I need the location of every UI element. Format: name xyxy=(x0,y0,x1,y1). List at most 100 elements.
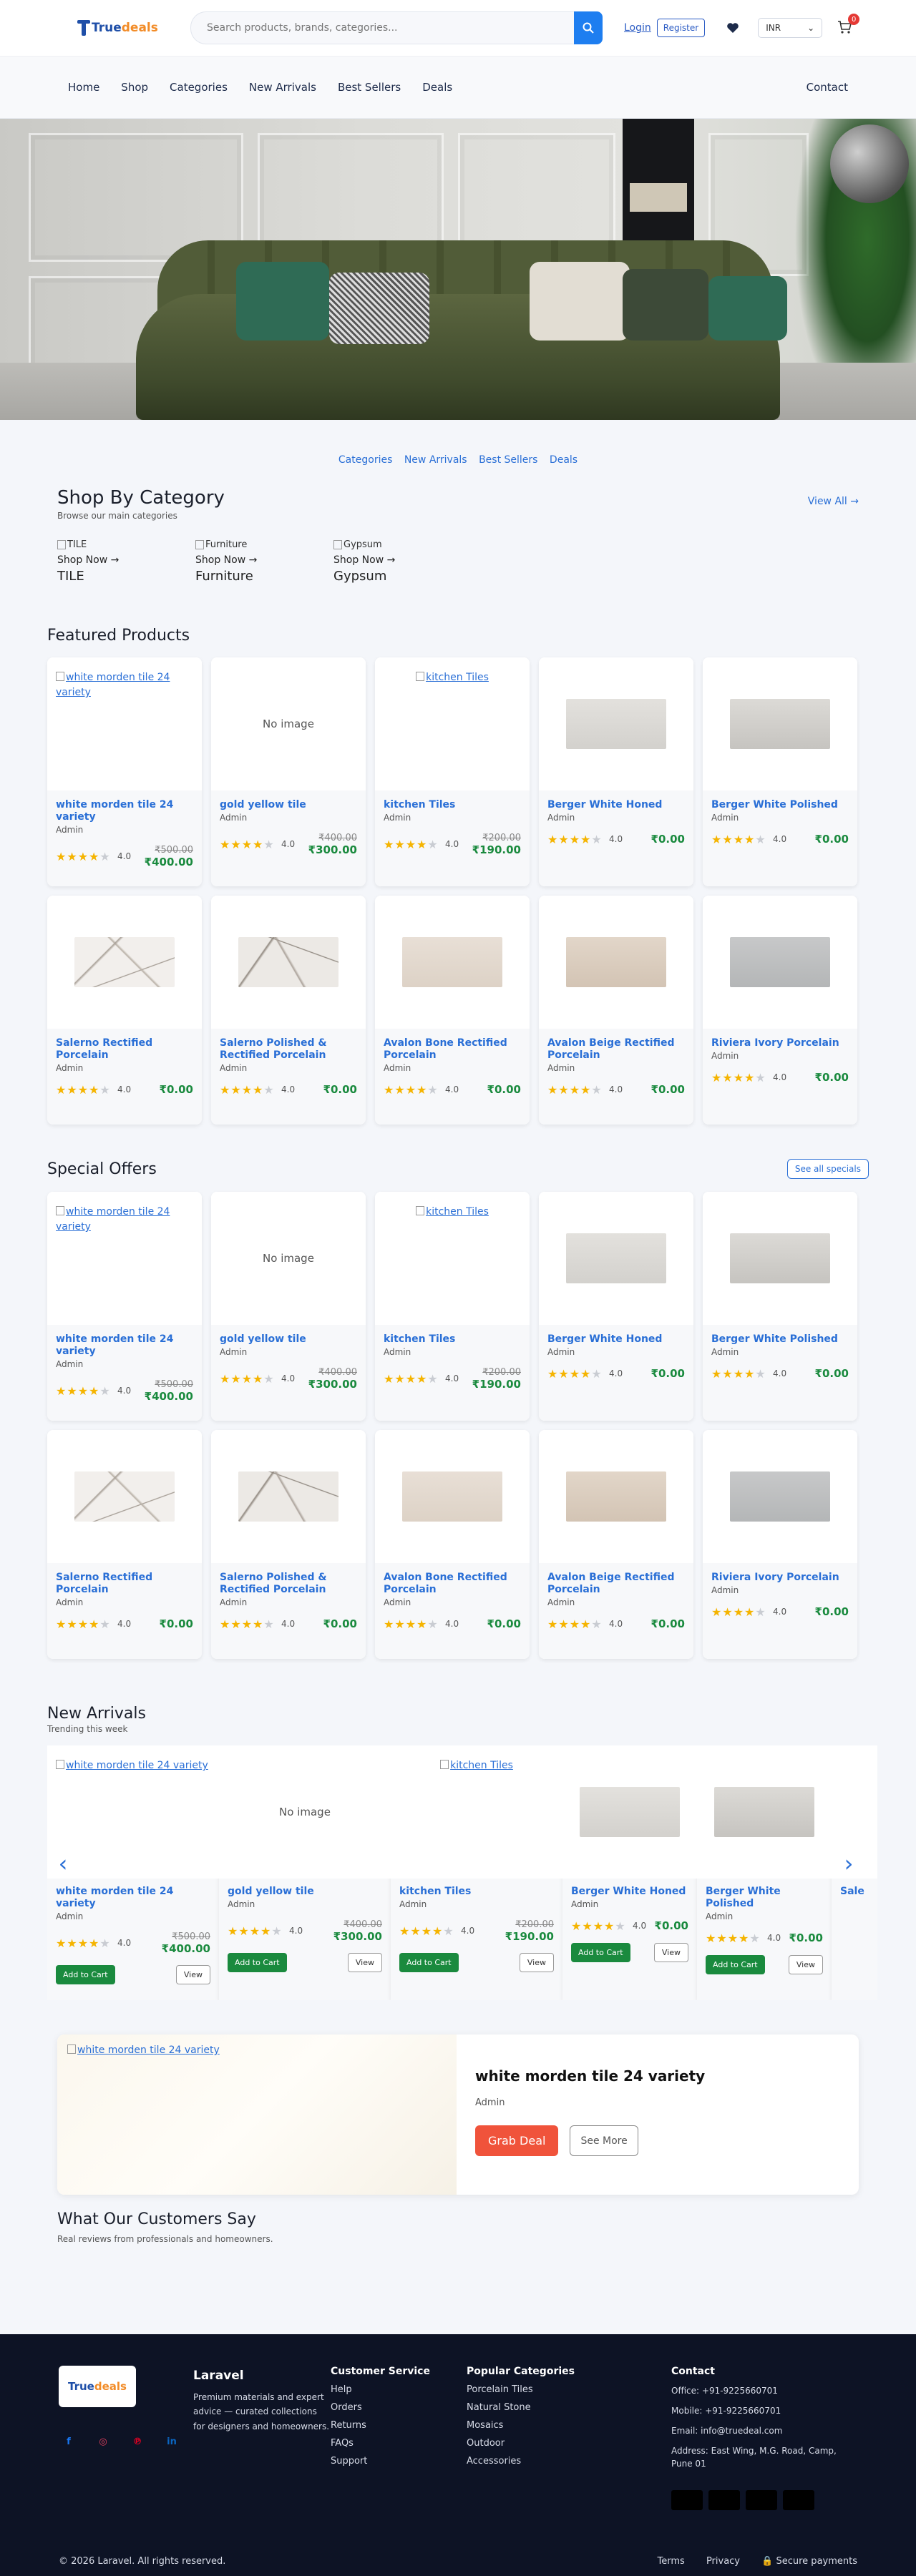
quick-link-deals[interactable]: Deals xyxy=(550,454,578,466)
nav-categories[interactable]: Categories xyxy=(170,81,228,94)
product-image[interactable] xyxy=(375,1430,530,1563)
footer-link-porcelain[interactable]: Porcelain Tiles xyxy=(467,2384,603,2395)
register-button[interactable]: Register xyxy=(656,19,706,37)
add-to-cart-button[interactable]: Add to Cart xyxy=(399,1952,459,1972)
product-card[interactable]: Berger White Honed Admin ★★★★★ 4.0 ₹0.00 xyxy=(539,1192,693,1421)
product-name[interactable]: Berger White Honed xyxy=(571,1886,688,1898)
category-item-furniture[interactable]: Furniture Shop Now → Furniture xyxy=(195,539,333,584)
product-card[interactable]: white morden tile 24 variety white morden… xyxy=(47,1192,202,1421)
product-image[interactable] xyxy=(47,896,202,1029)
grab-deal-button[interactable]: Grab Deal xyxy=(475,2125,559,2156)
see-all-specials-button[interactable]: See all specials xyxy=(786,1159,869,1179)
product-name[interactable]: gold yellow tile xyxy=(228,1886,382,1898)
footer-link-help[interactable]: Help xyxy=(331,2384,467,2395)
product-name[interactable]: Salerno Polished & Rectified Porcelain xyxy=(220,1037,357,1062)
linkedin-icon[interactable]: in xyxy=(162,2431,182,2452)
product-card[interactable]: No image gold yellow tile Admin ★★★★★ 4.0 ₹40… xyxy=(219,1745,391,2000)
product-name[interactable]: white morden tile 24 variety xyxy=(56,1886,210,1910)
product-card[interactable]: Berger White Honed Admin ★★★★★ 4.0 ₹0.00 xyxy=(539,657,693,886)
product-card[interactable]: Avalon Bone Rectified Porcelain Admin ★★★★… xyxy=(375,1430,530,1659)
view-button[interactable]: View xyxy=(788,1954,823,1974)
product-name[interactable]: gold yellow tile xyxy=(220,799,357,811)
footer-link-natural-stone[interactable]: Natural Stone xyxy=(467,2402,603,2413)
product-card[interactable]: Berger White Polished Admin ★★★★★ 4.0 ₹0.00 A… xyxy=(697,1745,832,2000)
product-image[interactable]: No image xyxy=(211,657,366,790)
quick-link-best-sellers[interactable]: Best Sellers xyxy=(479,454,537,466)
product-image[interactable] xyxy=(703,1430,857,1563)
product-image[interactable] xyxy=(211,896,366,1029)
product-image[interactable] xyxy=(539,657,693,790)
product-card[interactable]: white morden tile 24 variety white morden… xyxy=(47,1745,219,2000)
product-image[interactable]: No image xyxy=(211,1192,366,1325)
product-card[interactable]: white morden tile 24 variety white morden… xyxy=(47,657,202,886)
product-image[interactable]: kitchen Tiles xyxy=(375,1192,530,1325)
product-card[interactable]: Riviera Ivory Porcelain Admin ★★★★★ 4.0 ₹0.0… xyxy=(703,1430,857,1659)
pinterest-icon[interactable]: ℗ xyxy=(127,2431,147,2452)
product-name[interactable]: kitchen Tiles xyxy=(399,1886,554,1898)
product-name[interactable]: gold yellow tile xyxy=(220,1333,357,1346)
product-image[interactable] xyxy=(47,1430,202,1563)
product-name[interactable]: Berger White Honed xyxy=(547,1333,685,1346)
product-card[interactable]: Salerno Polished & Rectified Porcelain Ad… xyxy=(211,1430,366,1659)
add-to-cart-button[interactable]: Add to Cart xyxy=(706,1954,765,1974)
product-card[interactable]: Avalon Beige Rectified Porcelain Admin ★★★… xyxy=(539,1430,693,1659)
product-card[interactable]: Berger White Polished Admin ★★★★★ 4.0 ₹0.00 xyxy=(703,657,857,886)
see-more-button[interactable]: See More xyxy=(570,2125,638,2156)
footer-logo[interactable]: True deals xyxy=(59,2366,136,2407)
product-name[interactable]: Avalon Bone Rectified Porcelain xyxy=(384,1037,521,1062)
instagram-icon[interactable]: ◎ xyxy=(93,2431,113,2452)
category-item-gypsum[interactable]: Gypsum Shop Now → Gypsum xyxy=(333,539,472,584)
nav-home[interactable]: Home xyxy=(68,81,99,94)
view-all-link[interactable]: View All → xyxy=(808,496,859,507)
product-image[interactable]: white morden tile 24 variety xyxy=(47,1745,219,1879)
product-image[interactable] xyxy=(375,896,530,1029)
footer-link-faqs[interactable]: FAQs xyxy=(331,2438,467,2449)
product-name[interactable]: Salerno Rectified Porcelain xyxy=(56,1037,193,1062)
product-image[interactable] xyxy=(703,657,857,790)
product-image[interactable] xyxy=(703,1192,857,1325)
product-card[interactable]: Salerno Rectified Porcelain Admin ★★★★★ 4.0… xyxy=(47,1430,202,1659)
carousel-prev-icon[interactable]: ‹ xyxy=(54,1849,72,1878)
product-name[interactable]: Salerno Rectified Porcelain xyxy=(56,1572,193,1596)
product-name[interactable]: kitchen Tiles xyxy=(384,799,521,811)
footer-link-mosaics[interactable]: Mosaics xyxy=(467,2420,603,2431)
product-card[interactable]: kitchen Tiles kitchen Tiles Admin ★★★★★ 4.0 ₹… xyxy=(375,657,530,886)
contact-email[interactable]: Email: info@truedeal.com xyxy=(671,2424,857,2437)
shop-now-link[interactable]: Shop Now → xyxy=(333,554,472,566)
add-to-cart-button[interactable]: Add to Cart xyxy=(228,1952,287,1972)
cart-button[interactable]: 0 xyxy=(837,14,860,36)
carousel-next-icon[interactable]: › xyxy=(840,1849,857,1878)
quick-link-new-arrivals[interactable]: New Arrivals xyxy=(404,454,467,466)
product-image[interactable] xyxy=(539,1430,693,1563)
currency-select[interactable]: INR ⌄ xyxy=(758,18,823,38)
terms-link[interactable]: Terms xyxy=(658,2556,685,2567)
privacy-link[interactable]: Privacy xyxy=(706,2556,740,2567)
facebook-icon[interactable]: f xyxy=(59,2431,79,2452)
nav-shop[interactable]: Shop xyxy=(121,81,148,94)
product-card[interactable]: Salerno Polished & Rectified Porcelain Ad… xyxy=(211,896,366,1125)
product-image[interactable]: kitchen Tiles xyxy=(391,1745,562,1879)
footer-link-returns[interactable]: Returns xyxy=(331,2420,467,2431)
product-image[interactable] xyxy=(539,896,693,1029)
product-name[interactable]: Riviera Ivory Porcelain xyxy=(711,1037,849,1049)
product-name[interactable]: Salerno Polished & Rectified Porcelain xyxy=(220,1572,357,1596)
product-image[interactable] xyxy=(562,1745,697,1879)
search-button[interactable] xyxy=(574,11,603,44)
view-button[interactable]: View xyxy=(347,1952,382,1972)
login-link[interactable]: Login xyxy=(624,22,651,34)
product-card[interactable]: kitchen Tiles kitchen Tiles Admin ★★★★★ 4.0 ₹… xyxy=(391,1745,562,2000)
product-name[interactable]: Avalon Bone Rectified Porcelain xyxy=(384,1572,521,1596)
product-image[interactable]: white morden tile 24 variety xyxy=(47,657,202,790)
product-name[interactable]: Berger White Polished xyxy=(711,1333,849,1346)
footer-link-support[interactable]: Support xyxy=(331,2456,467,2467)
nav-contact[interactable]: Contact xyxy=(807,81,848,94)
add-to-cart-button[interactable]: Add to Cart xyxy=(56,1964,115,1984)
product-card[interactable]: Riviera Ivory Porcelain Admin ★★★★★ 4.0 ₹0.0… xyxy=(703,896,857,1125)
footer-link-outdoor[interactable]: Outdoor xyxy=(467,2438,603,2449)
product-image[interactable]: white morden tile 24 variety xyxy=(47,1192,202,1325)
category-item-tile[interactable]: TILE Shop Now → TILE xyxy=(57,539,195,584)
nav-new-arrivals[interactable]: New Arrivals xyxy=(249,81,316,94)
logo[interactable]: True deals xyxy=(77,17,186,39)
product-name[interactable]: Riviera Ivory Porcelain xyxy=(711,1572,849,1584)
view-button[interactable]: View xyxy=(653,1942,688,1962)
